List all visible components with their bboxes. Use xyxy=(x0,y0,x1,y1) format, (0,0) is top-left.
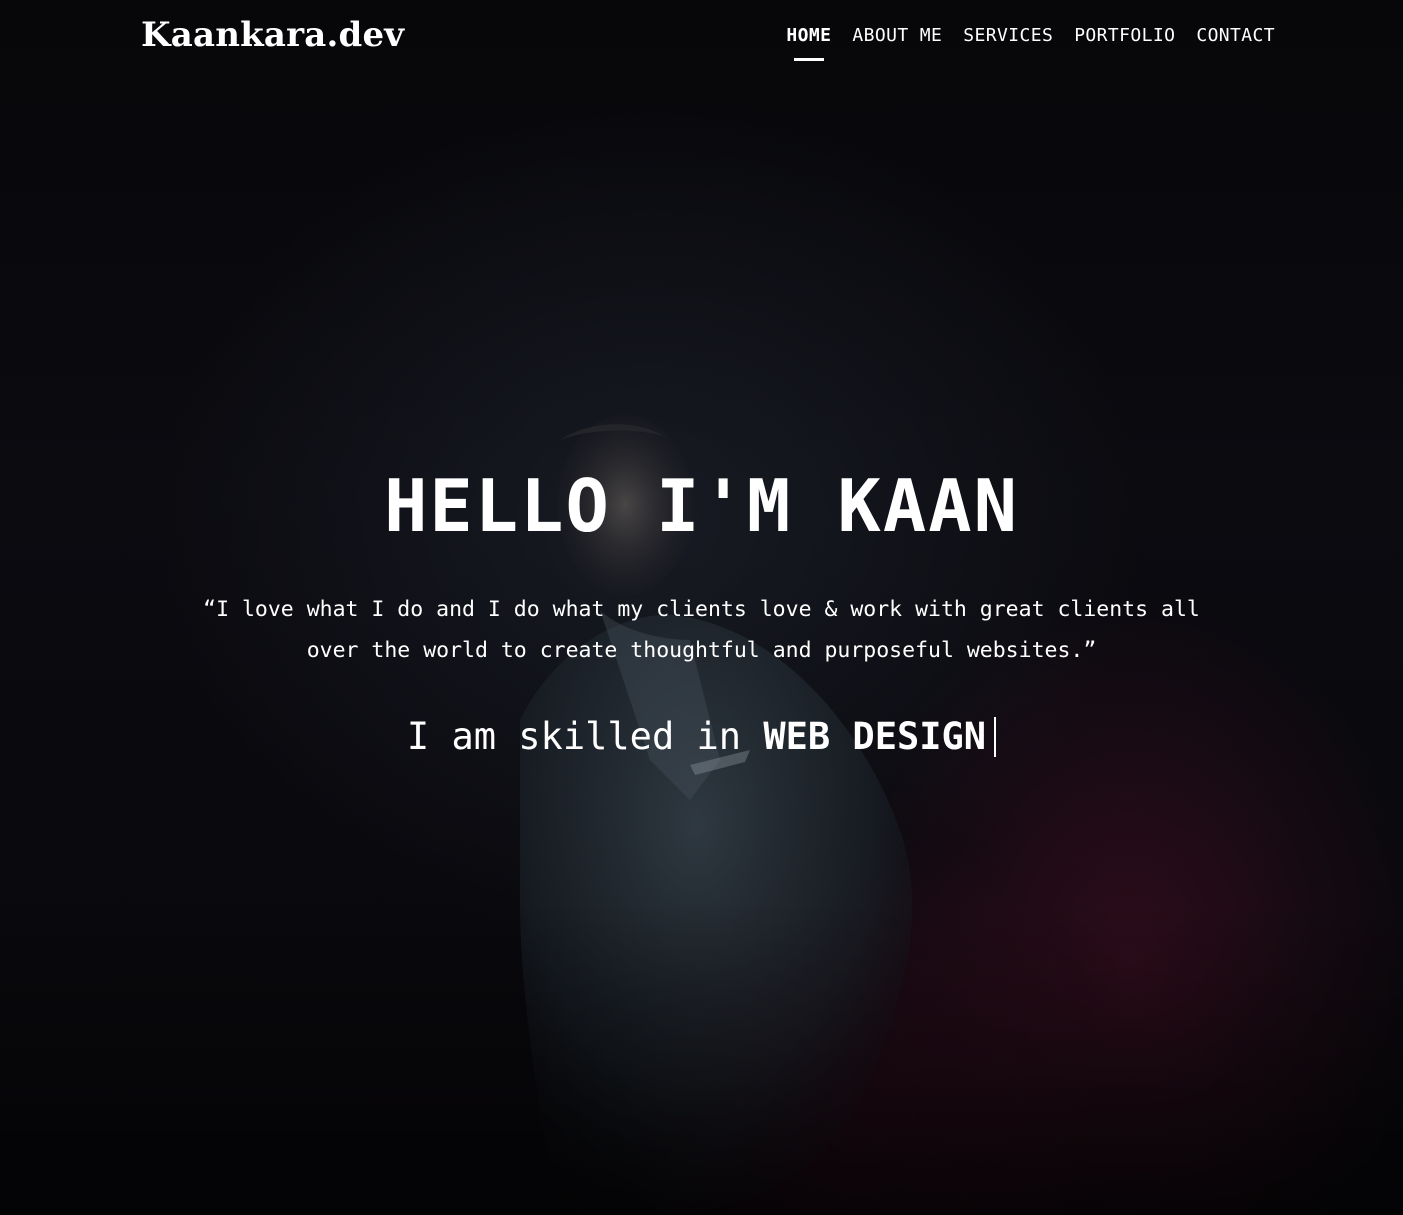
skills-prefix: I am skilled in xyxy=(406,715,742,758)
hero-skills-line: I am skilled in WEB DESIGN xyxy=(0,708,1403,766)
skills-typed-word: WEB DESIGN xyxy=(763,715,987,758)
typing-cursor xyxy=(994,717,997,757)
hero-title: HELLO I'M KAAN xyxy=(384,464,1019,548)
hero-quote: “I love what I do and I do what my clien… xyxy=(203,597,1200,663)
hero-section: HELLO I'M KAAN “I love what I do and I d… xyxy=(0,0,1403,1215)
page: Kaankara.dev HOME ABOUT ME SERVICES PORT… xyxy=(0,0,1403,1215)
